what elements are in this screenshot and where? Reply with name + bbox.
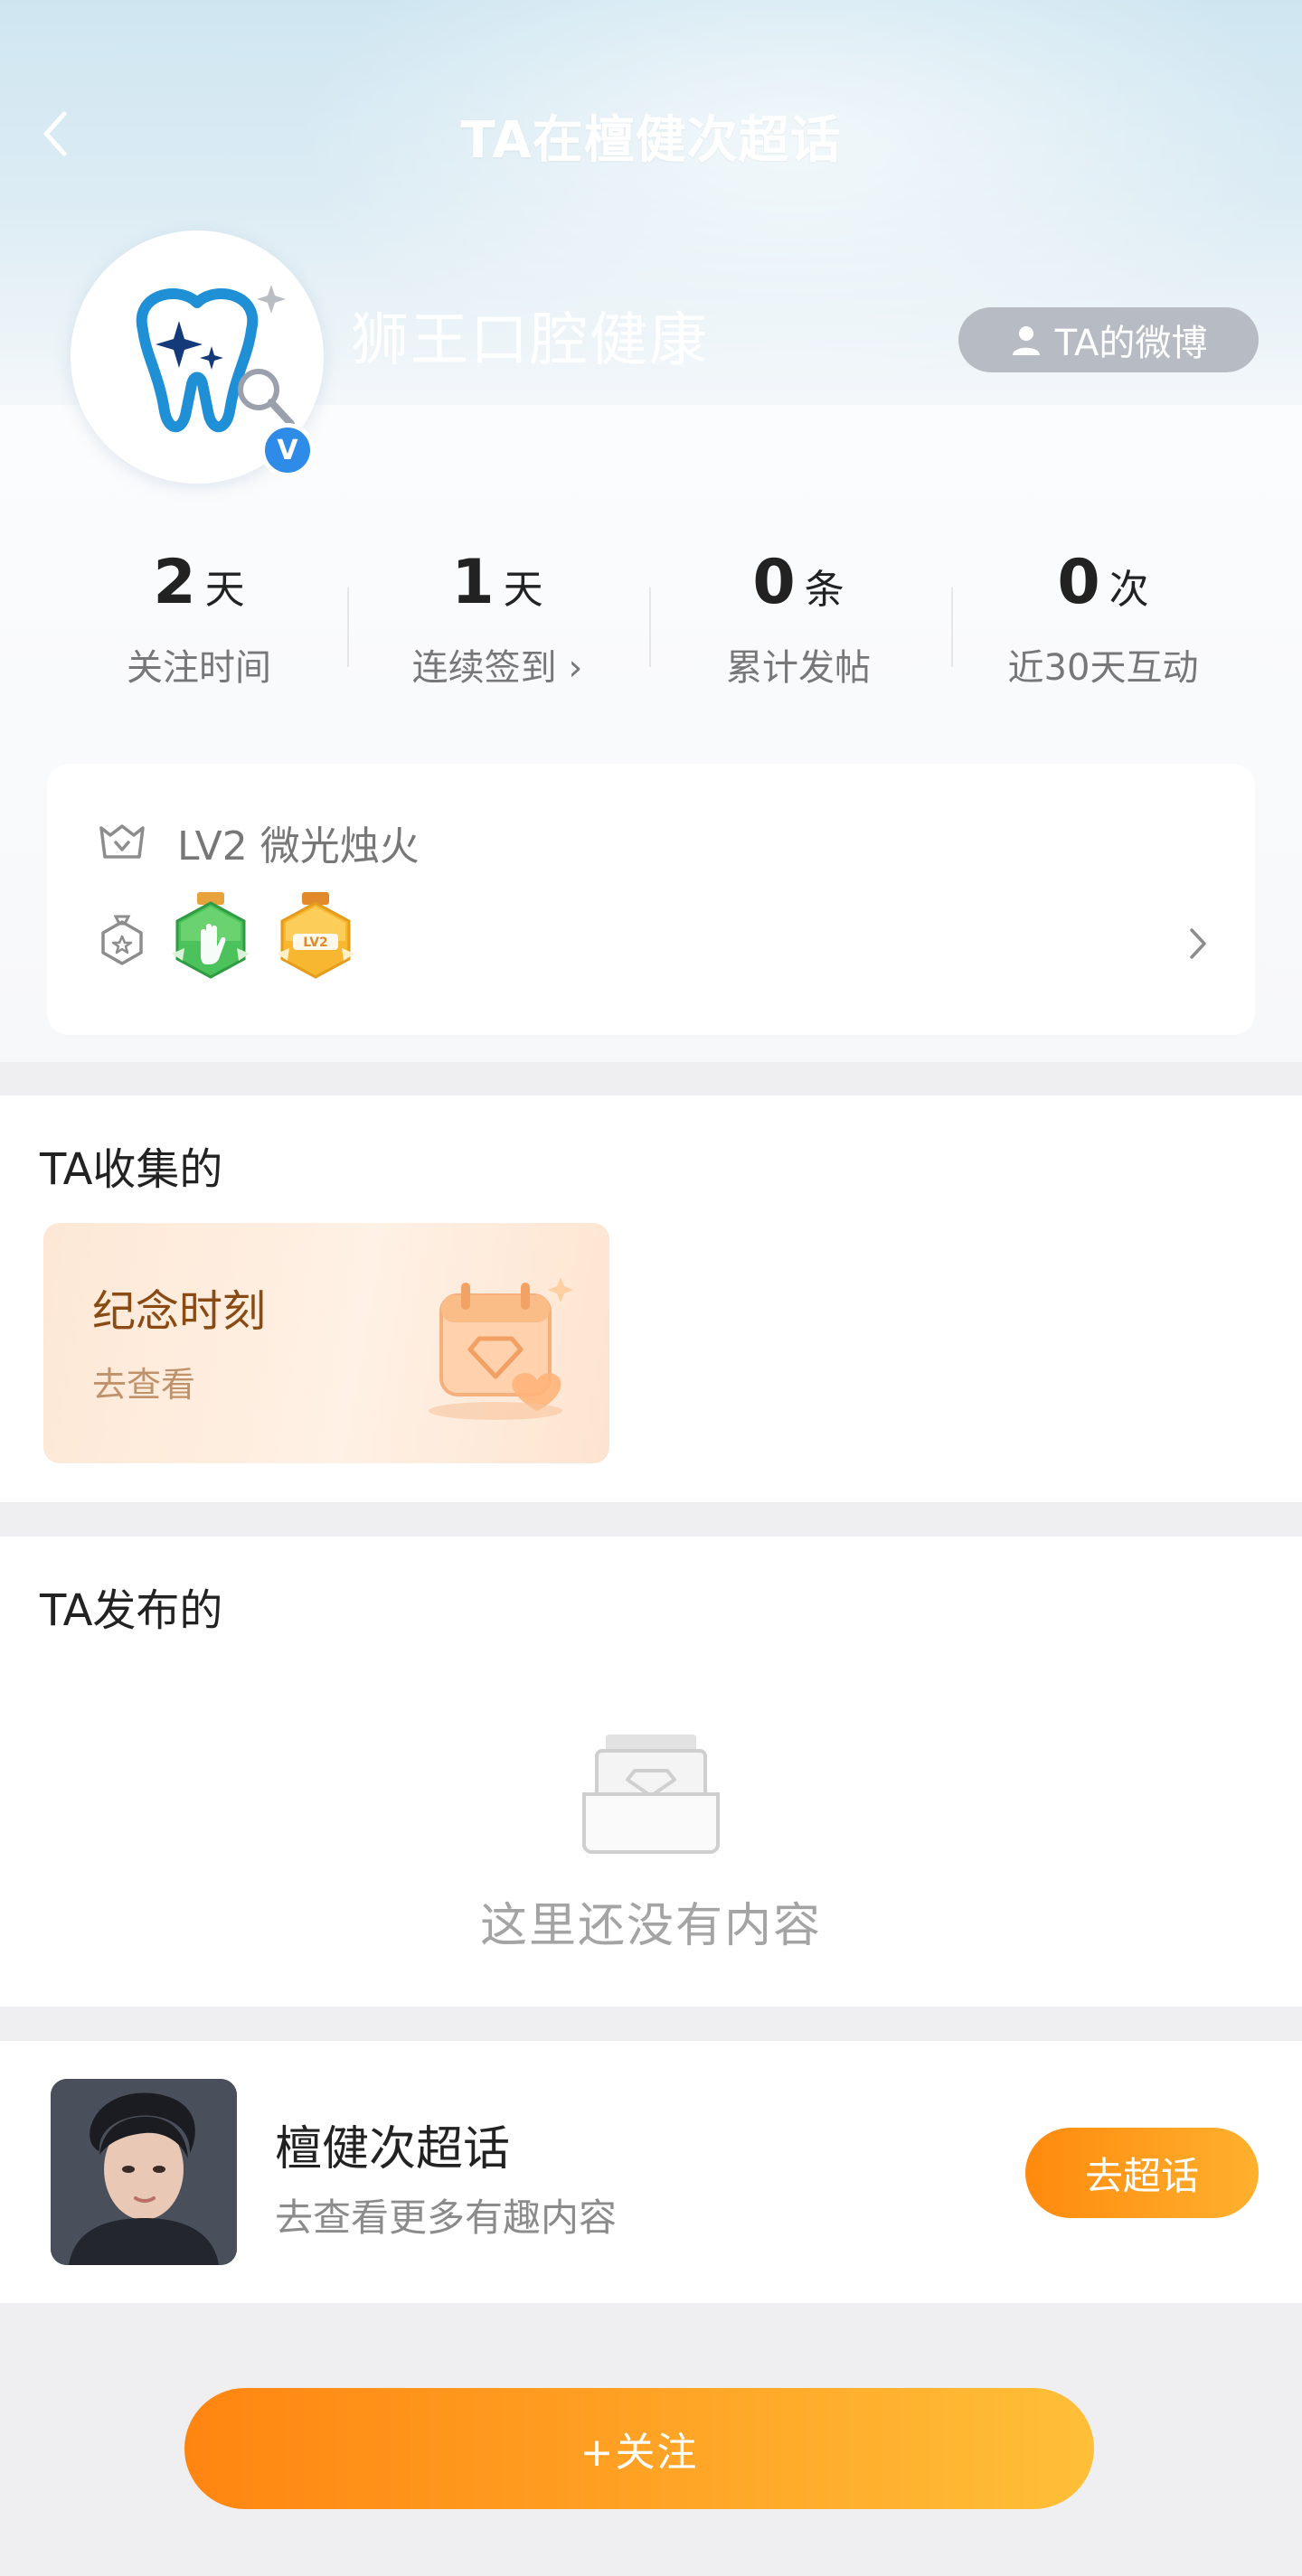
verified-badge: V <box>260 423 315 477</box>
stat-checkin[interactable]: 1天 连续签到 › <box>348 547 646 691</box>
topic-subtitle: 去查看更多有趣内容 <box>275 2195 618 2240</box>
gold-lv2-badge-icon: LV2 <box>277 892 354 979</box>
stat-unit: 次 <box>1109 567 1149 613</box>
ta-weibo-button[interactable]: TA的微博 <box>958 307 1259 372</box>
stat-value: 0 <box>752 547 796 618</box>
empty-box-icon <box>582 1735 720 1854</box>
stat-label: 近30天互动 <box>1007 647 1199 689</box>
section-title-posted: TA发布的 <box>40 1585 223 1636</box>
badge-row: LV2 <box>98 890 356 990</box>
empty-state-text: 这里还没有内容 <box>479 1899 822 1953</box>
follow-button[interactable]: +关注 <box>184 2388 1094 2509</box>
stat-label: 累计发帖 <box>726 647 871 689</box>
green-hand-badge-icon <box>172 892 250 979</box>
stat-label: 连续签到 › <box>411 647 583 689</box>
page-title: TA在檀健次超话 <box>460 111 842 170</box>
memory-card-link: 去查看 <box>92 1365 196 1405</box>
person-icon <box>1012 326 1040 355</box>
verified-mark: V <box>265 428 310 473</box>
stat-interactions: 0次 近30天互动 <box>954 547 1252 691</box>
stat-posts: 0条 累计发帖 <box>649 547 948 691</box>
person-photo-icon <box>51 2079 237 2265</box>
go-topic-button[interactable]: 去超话 <box>1025 2128 1259 2218</box>
stat-value: 0 <box>1057 547 1100 618</box>
section-title-collected: TA收集的 <box>40 1144 223 1195</box>
memory-card-title: 纪念时刻 <box>92 1286 267 1337</box>
stat-follow-time: 2天 关注时间 <box>50 547 348 691</box>
level-text: LV2 微光烛火 <box>177 823 420 870</box>
medal-outline-icon <box>101 915 143 965</box>
stat-unit: 天 <box>204 567 245 613</box>
topic-name: 檀健次超话 <box>275 2122 511 2176</box>
badge-lv-text: LV2 <box>303 935 328 950</box>
memory-card[interactable]: 纪念时刻 去查看 <box>43 1223 609 1463</box>
ta-weibo-label: TA的微博 <box>1054 323 1208 364</box>
crown-shield-icon <box>99 824 145 859</box>
level-card[interactable]: LV2 微光烛火 LV2 <box>47 764 1255 1035</box>
level-row: LV2 微光烛火 <box>98 813 420 871</box>
divider <box>951 588 953 667</box>
stat-label: 关注时间 <box>127 647 271 689</box>
chevron-right-icon <box>1190 928 1206 959</box>
stat-value: 1 <box>451 547 495 618</box>
stat-unit: 天 <box>503 567 543 613</box>
stat-unit: 条 <box>804 567 844 613</box>
stat-value: 2 <box>153 547 196 618</box>
calendar-gift-icon <box>429 1277 573 1420</box>
topic-avatar[interactable] <box>51 2079 237 2265</box>
user-name: 狮王口腔健康 <box>351 307 709 374</box>
